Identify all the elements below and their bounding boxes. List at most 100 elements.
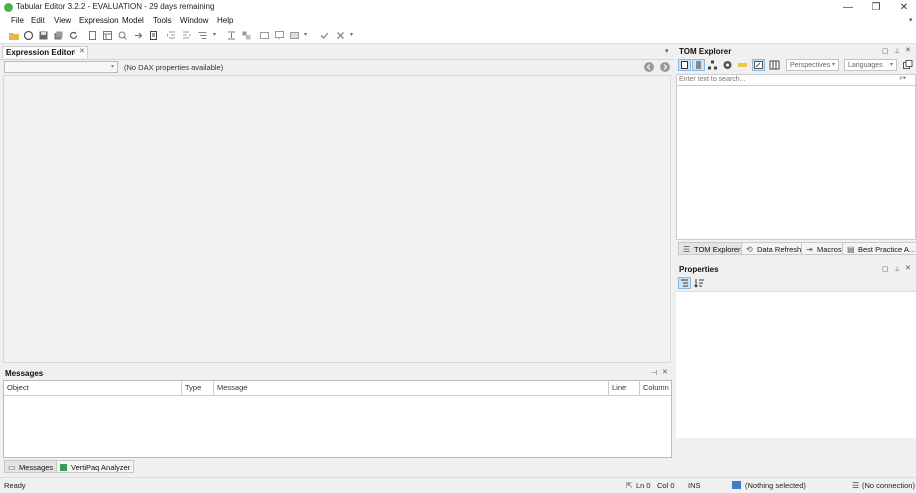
- properties-pin-icon[interactable]: ⊥: [894, 265, 900, 273]
- tab-vertipaq-analyzer[interactable]: VertiPaq Analyzer: [56, 460, 135, 473]
- comment-icon[interactable]: [260, 31, 269, 40]
- properties-grid[interactable]: [676, 291, 916, 438]
- menu-bar: File Edit View Expression Model Tools Wi…: [0, 15, 916, 28]
- column-header-line[interactable]: Line: [609, 381, 640, 395]
- tab-tom-explorer[interactable]: ☰ TOM Explorer: [678, 242, 745, 255]
- tom-toolbar: Perspectives ▾ Languages ▾: [676, 58, 916, 73]
- preview-icon[interactable]: [118, 31, 127, 40]
- accept-icon[interactable]: [320, 31, 329, 40]
- tom-float-icon[interactable]: ▢: [882, 47, 889, 55]
- menu-expression[interactable]: Expression: [79, 16, 119, 25]
- back-icon[interactable]: [644, 62, 654, 72]
- chevron-down-icon: ▾: [831, 62, 835, 68]
- restore-button[interactable]: ❐: [862, 0, 890, 15]
- tab-data-refresh[interactable]: ⟲ Data Refresh: [741, 242, 806, 255]
- properties-float-icon[interactable]: ▢: [882, 265, 889, 273]
- cancel-dropdown-icon[interactable]: ▾: [350, 31, 353, 38]
- menu-overflow-icon[interactable]: ▾: [909, 16, 913, 24]
- messages-pin-icon[interactable]: ⊣: [651, 369, 657, 377]
- tab-data-refresh-label: Data Refresh: [757, 245, 802, 254]
- chevron-down-icon: ▾: [110, 64, 114, 70]
- script-icon[interactable]: [149, 31, 158, 40]
- format-icon[interactable]: [198, 31, 207, 40]
- indent-icon[interactable]: [167, 31, 176, 40]
- tab-best-practice-label: Best Practice A...: [858, 245, 916, 254]
- new-table-icon[interactable]: [103, 31, 112, 40]
- open-icon[interactable]: [9, 31, 19, 40]
- column-header-column[interactable]: Column: [640, 381, 671, 395]
- menu-tools[interactable]: Tools: [153, 16, 172, 25]
- menu-window[interactable]: Window: [180, 16, 208, 25]
- columns-view-icon[interactable]: [769, 60, 780, 70]
- panel-menu-icon[interactable]: ▾: [665, 47, 669, 55]
- model-icon[interactable]: [722, 60, 733, 70]
- refresh-icon: ⟲: [746, 245, 753, 254]
- column-header-type[interactable]: Type: [182, 381, 214, 395]
- filter-icon[interactable]: [752, 59, 765, 71]
- bookmark-icon[interactable]: [290, 31, 299, 40]
- menu-file[interactable]: File: [11, 16, 24, 25]
- refresh-icon[interactable]: [69, 31, 78, 40]
- dax-property-dropdown[interactable]: ▾: [4, 61, 118, 73]
- collapse-icon[interactable]: [242, 31, 251, 40]
- messages-grid[interactable]: Object Type Message Line Column: [3, 380, 672, 458]
- vertipaq-icon: [60, 464, 67, 471]
- pin-icon[interactable]: ⊣: [69, 48, 75, 56]
- sort-alphabetical-icon[interactable]: [694, 278, 705, 288]
- perspectives-dropdown[interactable]: Perspectives ▾: [786, 59, 839, 71]
- languages-dropdown[interactable]: Languages ▾: [844, 59, 897, 71]
- close-tab-icon[interactable]: ✕: [79, 47, 85, 55]
- tom-pin-icon[interactable]: ⊥: [894, 47, 900, 55]
- menu-help[interactable]: Help: [217, 16, 233, 25]
- minimize-button[interactable]: —: [834, 0, 862, 15]
- load-model-icon[interactable]: [24, 31, 33, 40]
- show-columns-icon[interactable]: [692, 59, 705, 71]
- expression-text-area[interactable]: [3, 75, 671, 363]
- tab-best-practice[interactable]: ▤ Best Practice A...: [842, 242, 916, 255]
- forward-icon[interactable]: [660, 62, 670, 72]
- categorized-icon[interactable]: [678, 277, 691, 289]
- tom-explorer-title: TOM Explorer: [679, 47, 732, 56]
- tab-messages[interactable]: ▭ Messages: [4, 460, 58, 473]
- tom-tree-view[interactable]: [676, 86, 916, 240]
- outdent-icon[interactable]: [182, 31, 191, 40]
- properties-title: Properties: [679, 265, 719, 274]
- expression-editor-tab[interactable]: Expression Editor ⊣ ✕: [2, 46, 88, 58]
- show-tables-icon[interactable]: [678, 59, 691, 71]
- properties-close-icon[interactable]: ✕: [905, 264, 911, 272]
- save-icon[interactable]: [39, 31, 48, 40]
- column-header-message[interactable]: Message: [214, 381, 609, 395]
- main-toolbar: ▾ ▾ ▾: [0, 28, 916, 44]
- tom-search-input[interactable]: Enter text to search... ⌕▾: [676, 74, 916, 86]
- collapse-all-icon[interactable]: [903, 60, 913, 70]
- hierarchy-icon[interactable]: [707, 60, 718, 70]
- tom-close-icon[interactable]: ✕: [905, 46, 911, 54]
- column-header-object[interactable]: Object: [4, 381, 182, 395]
- menu-model[interactable]: Model: [122, 16, 144, 25]
- close-button[interactable]: ✕: [890, 0, 916, 15]
- bookmark-dropdown-icon[interactable]: ▾: [304, 31, 307, 38]
- dax-status-text: (No DAX properties available): [124, 63, 224, 72]
- status-selection: (Nothing selected): [745, 481, 806, 490]
- save-all-icon[interactable]: [54, 31, 63, 40]
- menu-view[interactable]: View: [54, 16, 71, 25]
- tab-macros[interactable]: ⇥ Macros: [801, 242, 846, 255]
- chevron-down-icon: ▾: [889, 62, 893, 68]
- format-dropdown-icon[interactable]: ▾: [213, 31, 216, 38]
- cancel-icon[interactable]: [336, 31, 345, 40]
- window-title: Tabular Editor 3.2.2 - EVALUATION - 29 d…: [16, 2, 215, 11]
- status-insert-mode: INS: [688, 481, 701, 490]
- import-icon[interactable]: [134, 31, 143, 40]
- new-document-icon[interactable]: [88, 31, 97, 40]
- tabular-editor-logo-icon: [4, 3, 13, 12]
- menu-edit[interactable]: Edit: [31, 16, 45, 25]
- expression-editor-title: Expression Editor: [6, 48, 75, 57]
- expression-editor-panel: Expression Editor ⊣ ✕ ▾ ▾ (No DAX proper…: [0, 45, 674, 365]
- messages-close-icon[interactable]: ✕: [662, 368, 668, 376]
- selection-icon: [732, 481, 741, 489]
- uncomment-icon[interactable]: [275, 31, 284, 40]
- expand-icon[interactable]: [227, 31, 236, 40]
- search-icon[interactable]: ⌕▾: [899, 75, 906, 83]
- measure-icon[interactable]: [737, 60, 748, 70]
- perspectives-label: Perspectives: [790, 62, 831, 69]
